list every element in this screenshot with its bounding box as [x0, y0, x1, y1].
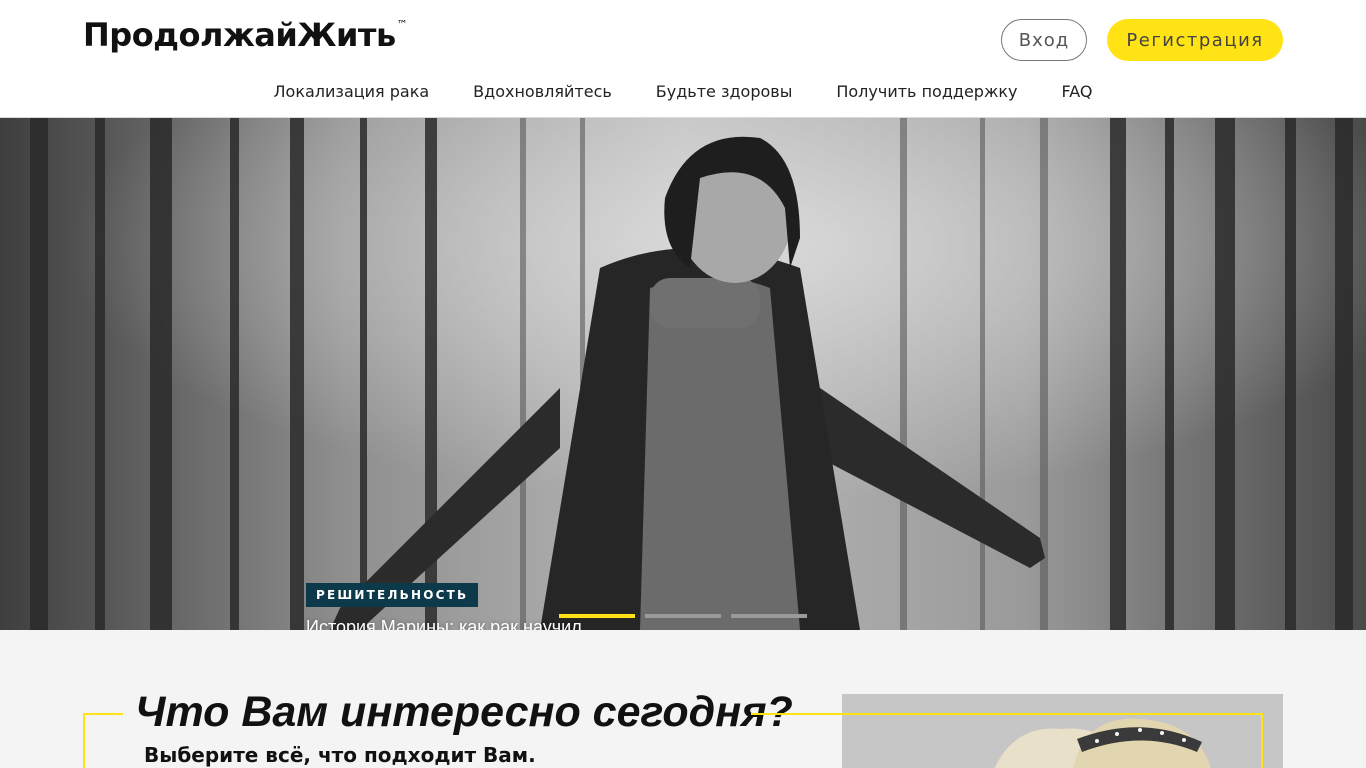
frame-decoration	[83, 713, 85, 768]
trademark-mark: ™	[396, 18, 408, 31]
nav-item-get-support[interactable]: Получить поддержку	[836, 82, 1017, 101]
interests-photo	[842, 694, 1283, 768]
interests-section: Что Вам интересно сегодня? Выберите всё,…	[0, 630, 1366, 768]
nav-item-cancer-localization[interactable]: Локализация рака	[274, 82, 430, 101]
slider-dot-2[interactable]	[645, 614, 721, 618]
slider-dot-3[interactable]	[731, 614, 807, 618]
logo-text[interactable]: ПродолжайЖить	[83, 16, 396, 54]
login-button[interactable]: Вход	[1001, 19, 1087, 61]
slider-pagination	[559, 614, 807, 618]
register-button[interactable]: Регистрация	[1107, 19, 1283, 61]
interests-title: Что Вам интересно сегодня?	[135, 688, 793, 736]
site-header: ПродолжайЖить™ Вход Регистрация Локализа…	[0, 0, 1366, 118]
main-nav: Локализация рака Вдохновляйтесь Будьте з…	[0, 82, 1366, 101]
hero-photo	[0, 118, 1366, 630]
site-logo[interactable]: ПродолжайЖить™	[83, 16, 408, 54]
slider-dot-1[interactable]	[559, 614, 635, 618]
frame-decoration	[83, 713, 123, 715]
nav-item-get-inspired[interactable]: Вдохновляйтесь	[473, 82, 612, 101]
hero-slider[interactable]: РЕШИТЕЛЬНОСТЬ История Марины: как рак на…	[0, 118, 1366, 630]
nav-item-be-healthy[interactable]: Будьте здоровы	[656, 82, 793, 101]
nav-item-faq[interactable]: FAQ	[1061, 82, 1092, 101]
frame-decoration	[751, 713, 1263, 715]
hero-category-tag[interactable]: РЕШИТЕЛЬНОСТЬ	[306, 583, 479, 607]
frame-decoration	[1261, 713, 1263, 768]
interests-subtitle: Выберите всё, что подходит Вам.	[144, 743, 536, 767]
interests-photo-image	[842, 694, 1283, 768]
hero-story-title[interactable]: История Марины: как рак научил принимать…	[306, 617, 596, 630]
